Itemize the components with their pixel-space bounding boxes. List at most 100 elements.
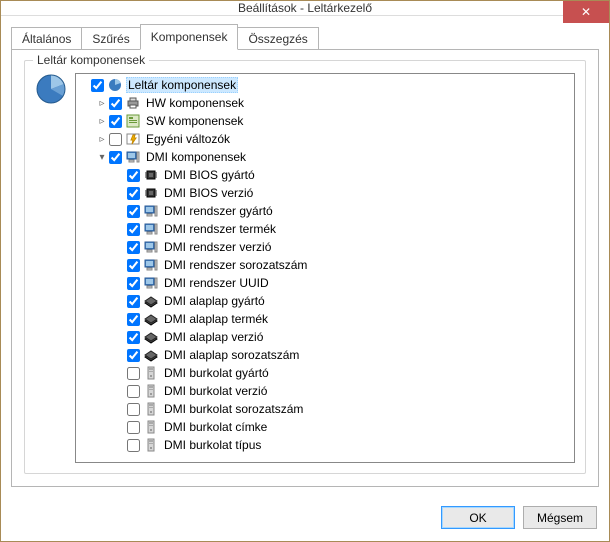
tab-general[interactable]: Általános xyxy=(11,27,82,50)
tree-node[interactable]: DMI BIOS verzió xyxy=(112,184,574,202)
tree-node[interactable]: DMI alaplap termék xyxy=(112,310,574,328)
tree-checkbox[interactable] xyxy=(127,439,140,452)
tree-node-label: DMI rendszer termék xyxy=(162,222,278,236)
case-icon xyxy=(143,365,159,381)
case-icon xyxy=(143,401,159,417)
tree-node[interactable]: ▹ HW komponensek xyxy=(94,94,574,112)
ok-button[interactable]: OK xyxy=(441,506,515,529)
group-inventory-components: Leltár komponensek Leltár komponensek ▹ HW… xyxy=(24,60,586,474)
tree-checkbox[interactable] xyxy=(127,349,140,362)
tree-checkbox[interactable] xyxy=(109,151,122,164)
tree-node-label: DMI alaplap termék xyxy=(162,312,270,326)
chevron-down-icon[interactable]: ▾ xyxy=(96,151,108,163)
tree-node-label: HW komponensek xyxy=(144,96,246,110)
computer-icon xyxy=(143,221,159,237)
cancel-button[interactable]: Mégsem xyxy=(523,506,597,529)
chip-icon xyxy=(143,167,159,183)
chevron-right-icon[interactable]: ▹ xyxy=(96,133,108,145)
tree-node-label: DMI burkolat típus xyxy=(162,438,263,452)
printer-icon xyxy=(125,95,141,111)
tree-checkbox[interactable] xyxy=(127,313,140,326)
tree-node-label: DMI burkolat sorozatszám xyxy=(162,402,305,416)
tree-node-label: DMI BIOS gyártó xyxy=(162,168,257,182)
tree-node[interactable]: DMI burkolat gyártó xyxy=(112,364,574,382)
software-icon xyxy=(125,113,141,129)
tree-node[interactable]: ▹ Egyéni változók xyxy=(94,130,574,148)
tree-checkbox[interactable] xyxy=(127,187,140,200)
tree-node[interactable]: DMI alaplap verzió xyxy=(112,328,574,346)
tab-components[interactable]: Komponensek xyxy=(140,24,239,50)
tree-node-label: SW komponensek xyxy=(144,114,245,128)
tree-node[interactable]: ▹ SW komponensek xyxy=(94,112,574,130)
tab-filter[interactable]: Szűrés xyxy=(81,27,140,50)
tree-node-label: DMI alaplap verzió xyxy=(162,330,265,344)
window-title: Beállítások - Leltárkezelő xyxy=(1,1,609,15)
tree-node[interactable]: DMI burkolat típus xyxy=(112,436,574,454)
settings-window: Beállítások - Leltárkezelő ✕ Általános S… xyxy=(0,0,610,542)
board-icon xyxy=(143,293,159,309)
dialog-buttons: OK Mégsem xyxy=(1,498,609,541)
tree-checkbox[interactable] xyxy=(127,169,140,182)
computer-icon xyxy=(143,275,159,291)
board-icon xyxy=(143,329,159,345)
tree-node[interactable]: DMI rendszer verzió xyxy=(112,238,574,256)
chevron-right-icon[interactable]: ▹ xyxy=(96,97,108,109)
tree-checkbox[interactable] xyxy=(127,205,140,218)
tree-node[interactable]: DMI rendszer termék xyxy=(112,220,574,238)
tab-strip: Általános Szűrés Komponensek Összegzés xyxy=(1,16,609,50)
tree-node[interactable]: DMI rendszer gyártó xyxy=(112,202,574,220)
computer-icon xyxy=(143,203,159,219)
tree-node-label: DMI burkolat gyártó xyxy=(162,366,271,380)
tree-node[interactable]: DMI BIOS gyártó xyxy=(112,166,574,184)
chip-icon xyxy=(143,185,159,201)
lightning-icon xyxy=(125,131,141,147)
computer-icon xyxy=(143,257,159,273)
tree-node-label: DMI komponensek xyxy=(144,150,248,164)
tree-checkbox[interactable] xyxy=(127,403,140,416)
computer-icon xyxy=(125,149,141,165)
tree-node-label: DMI rendszer verzió xyxy=(162,240,273,254)
tree-node[interactable]: DMI burkolat verzió xyxy=(112,382,574,400)
close-icon: ✕ xyxy=(581,5,591,19)
tree-node[interactable]: DMI rendszer sorozatszám xyxy=(112,256,574,274)
tree-checkbox[interactable] xyxy=(127,259,140,272)
tree-node[interactable]: DMI alaplap gyártó xyxy=(112,292,574,310)
chart-icon xyxy=(107,77,123,93)
tree-checkbox[interactable] xyxy=(127,277,140,290)
component-tree[interactable]: Leltár komponensek ▹ HW komponensek ▹ SW kom… xyxy=(75,73,575,463)
tree-node[interactable]: Leltár komponensek xyxy=(76,76,574,94)
tree-node-label: DMI rendszer sorozatszám xyxy=(162,258,309,272)
tree-checkbox[interactable] xyxy=(91,79,104,92)
computer-icon xyxy=(143,239,159,255)
tree-node[interactable]: DMI burkolat címke xyxy=(112,418,574,436)
board-icon xyxy=(143,347,159,363)
tree-node[interactable]: DMI rendszer UUID xyxy=(112,274,574,292)
tree-checkbox[interactable] xyxy=(127,367,140,380)
tree-node[interactable]: DMI burkolat sorozatszám xyxy=(112,400,574,418)
tree-node[interactable]: ▾ DMI komponensek xyxy=(94,148,574,166)
tree-node-label: Egyéni változók xyxy=(144,132,232,146)
tree-checkbox[interactable] xyxy=(109,97,122,110)
tree-checkbox[interactable] xyxy=(109,133,122,146)
tree-node-label: DMI BIOS verzió xyxy=(162,186,255,200)
titlebar: Beállítások - Leltárkezelő ✕ xyxy=(1,1,609,16)
pie-chart-icon xyxy=(35,73,67,105)
tree-node-label: Leltár komponensek xyxy=(126,77,238,93)
tab-panel-components: Leltár komponensek Leltár komponensek ▹ HW… xyxy=(11,49,599,487)
tree-checkbox[interactable] xyxy=(127,241,140,254)
chevron-right-icon[interactable]: ▹ xyxy=(96,115,108,127)
tree-checkbox[interactable] xyxy=(127,331,140,344)
tree-node-label: DMI alaplap sorozatszám xyxy=(162,348,301,362)
tree-node-label: DMI alaplap gyártó xyxy=(162,294,267,308)
board-icon xyxy=(143,311,159,327)
close-button[interactable]: ✕ xyxy=(563,1,609,23)
tab-summary[interactable]: Összegzés xyxy=(237,27,318,50)
case-icon xyxy=(143,383,159,399)
tree-node[interactable]: DMI alaplap sorozatszám xyxy=(112,346,574,364)
tree-checkbox[interactable] xyxy=(127,295,140,308)
case-icon xyxy=(143,437,159,453)
tree-checkbox[interactable] xyxy=(109,115,122,128)
tree-checkbox[interactable] xyxy=(127,385,140,398)
tree-checkbox[interactable] xyxy=(127,223,140,236)
tree-checkbox[interactable] xyxy=(127,421,140,434)
